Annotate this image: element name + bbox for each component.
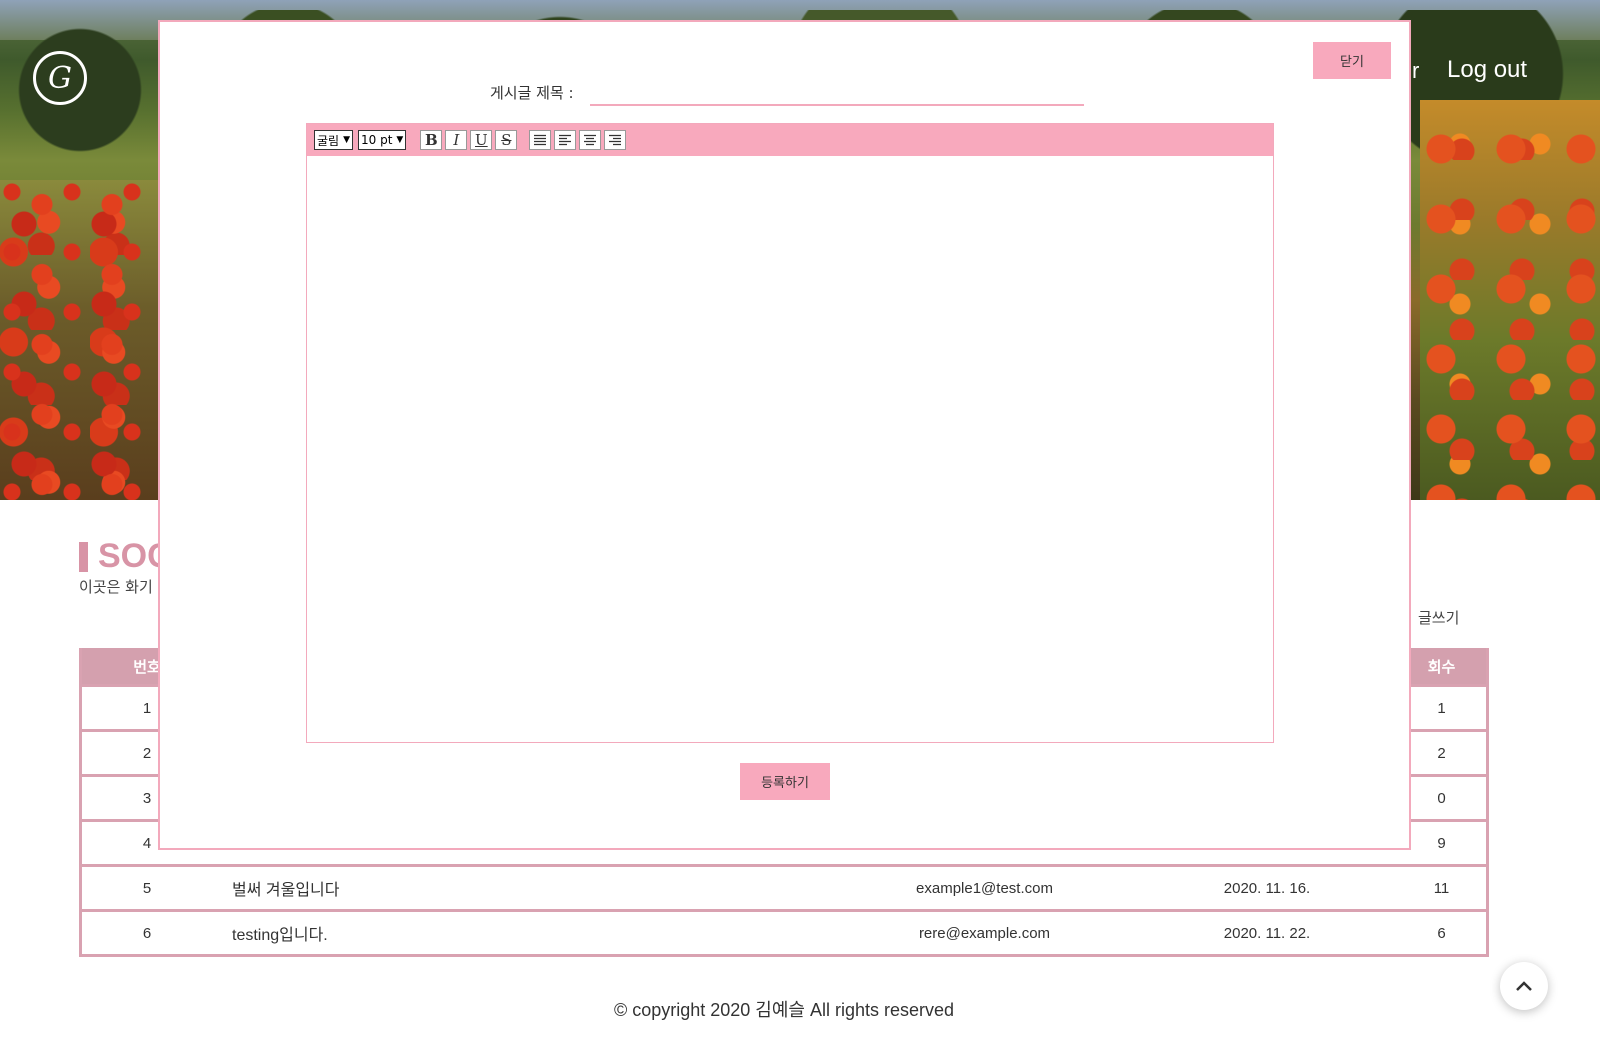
row-date: 2020. 11. 22. — [1223, 924, 1311, 942]
strikethrough-button[interactable]: S — [495, 130, 518, 150]
align-justify-icon — [534, 134, 547, 146]
italic-button[interactable]: I — [445, 130, 468, 150]
row-author: rere@example.com — [918, 924, 1051, 942]
write-post-modal: 닫기 게시글 제목 : 굴림 ▼ 10 pt ▼ B I U S 등록하기 — [158, 20, 1411, 850]
underline-button[interactable]: U — [470, 130, 493, 150]
rich-text-editor: 굴림 ▼ 10 pt ▼ B I U S — [306, 123, 1274, 743]
chevron-down-icon: ▼ — [343, 135, 351, 145]
heading-accent-bar — [79, 541, 88, 572]
row-author: example1@test.com — [916, 879, 1053, 897]
font-family-select[interactable]: 굴림 ▼ — [314, 130, 354, 150]
row-num: 5 — [142, 879, 152, 897]
bold-button[interactable]: B — [420, 130, 443, 150]
font-size-value: 10 pt — [361, 133, 393, 147]
editor-toolbar: 굴림 ▼ 10 pt ▼ B I U S — [307, 124, 1273, 156]
table-row[interactable]: 5 벌써 겨울입니다 example1@test.com 2020. 11. 1… — [82, 864, 1486, 909]
row-date: 2020. 11. 16. — [1223, 879, 1311, 897]
row-views: 11 — [1433, 879, 1450, 897]
align-right-icon — [609, 134, 622, 146]
post-title-input[interactable] — [590, 80, 1084, 106]
logout-link[interactable]: Log out — [1447, 56, 1527, 84]
site-logo[interactable]: G — [33, 51, 87, 105]
row-title[interactable]: 벌써 겨울입니다 — [212, 876, 832, 900]
align-center-icon — [584, 134, 597, 146]
row-views: 6 — [1437, 924, 1446, 942]
footer-copyright: © copyright 2020 김예슬 All rights reserved — [613, 1000, 955, 1020]
close-button[interactable]: 닫기 — [1313, 42, 1391, 79]
scroll-to-top-button[interactable] — [1500, 962, 1548, 1010]
font-size-select[interactable]: 10 pt ▼ — [358, 130, 407, 150]
write-post-link[interactable]: 글쓰기 — [1418, 607, 1459, 628]
title-label: 게시글 제목 : — [490, 84, 574, 102]
hero-flower-field-right — [1420, 100, 1600, 500]
row-num: 6 — [142, 924, 152, 942]
chevron-down-icon: ▼ — [396, 135, 404, 145]
align-left-icon — [559, 134, 572, 146]
board-description: 이곳은 화기 — [79, 578, 153, 596]
nav-item-partial[interactable]: r — [1412, 58, 1419, 84]
table-row[interactable]: 6 testing입니다. rere@example.com 2020. 11.… — [82, 909, 1486, 954]
font-family-value: 굴림 — [317, 133, 340, 148]
chevron-up-icon — [1516, 981, 1532, 991]
editor-content-area[interactable] — [307, 156, 1273, 742]
row-title[interactable]: testing입니다. — [212, 921, 832, 945]
hero-flower-field-left — [0, 180, 170, 500]
align-left-button[interactable] — [554, 130, 577, 150]
align-center-button[interactable] — [579, 130, 602, 150]
align-right-button[interactable] — [604, 130, 627, 150]
submit-button[interactable]: 등록하기 — [740, 763, 830, 800]
align-justify-button[interactable] — [529, 130, 552, 150]
